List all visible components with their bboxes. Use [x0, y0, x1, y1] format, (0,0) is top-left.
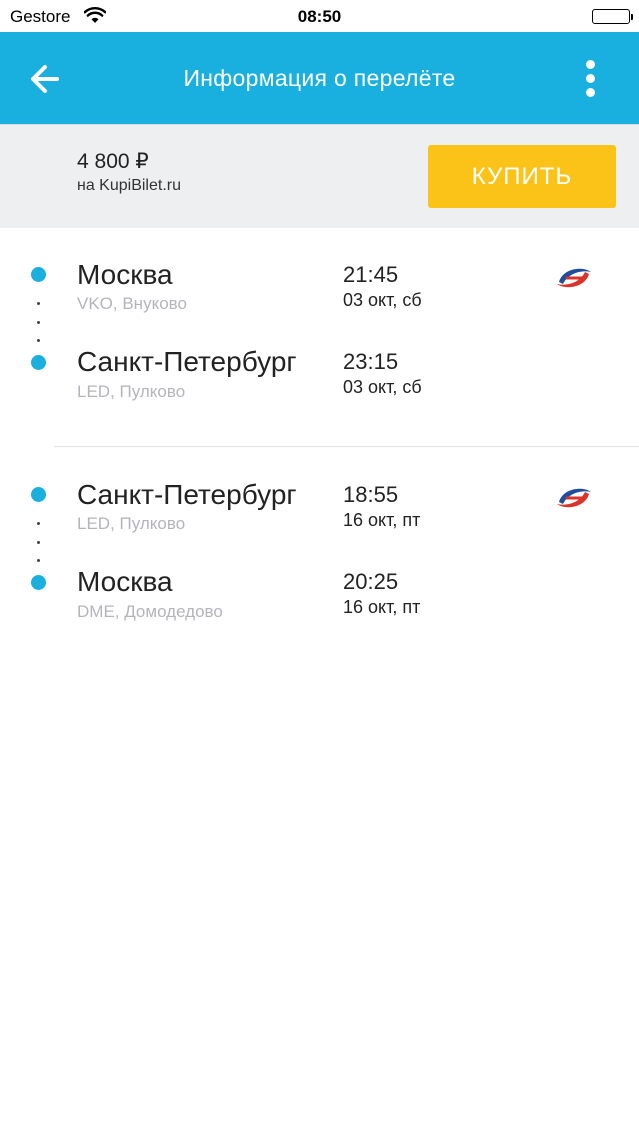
flight-segment: Москва VKO, Внуково 21:45 03 окт, сб Сан… [0, 228, 639, 443]
flight-segment: Санкт-Петербург LED, Пулково 18:55 16 ок… [0, 448, 639, 648]
buy-button[interactable]: КУПИТЬ [428, 145, 616, 208]
clock: 08:50 [297, 7, 342, 26]
price-source: на KupiBilet.ru [77, 177, 181, 194]
status-bar: Gestore 08:50 [0, 0, 639, 32]
departure-dot [31, 487, 46, 502]
segment-divider [54, 446, 639, 447]
arrival-time: 20:25 [343, 569, 399, 594]
departure-time: 21:45 [343, 262, 399, 287]
departure-time: 18:55 [343, 482, 399, 507]
departure-city: Москва [77, 259, 173, 290]
arrival-dot [31, 355, 46, 370]
arrival-time: 23:15 [343, 349, 399, 374]
departure-dot [31, 267, 46, 282]
airline-logo-icon [553, 262, 595, 294]
page-title: Информация о перелёте [183, 65, 456, 91]
arrival-city: Санкт-Петербург [77, 346, 297, 377]
more-menu-button[interactable] [574, 56, 608, 102]
arrival-date: 16 окт, пт [343, 597, 421, 617]
more-vertical-icon [586, 60, 595, 69]
departure-date: 16 окт, пт [343, 510, 421, 530]
battery-icon [592, 9, 633, 24]
airline-logo-icon [553, 482, 595, 514]
offer-bar: 4 800 ₽ на KupiBilet.ru КУПИТЬ [0, 124, 639, 228]
arrival-date: 03 окт, сб [343, 377, 422, 397]
app-bar: Информация о перелёте [0, 32, 639, 124]
arrival-airport: DME, Домодедово [77, 602, 223, 621]
arrival-city: Москва [77, 566, 173, 597]
departure-city: Санкт-Петербург [77, 479, 297, 510]
price-label: 4 800 ₽ [77, 150, 149, 173]
departure-date: 03 окт, сб [343, 290, 422, 310]
departure-airport: LED, Пулково [77, 514, 186, 533]
departure-airport: VKO, Внуково [77, 294, 187, 313]
arrival-airport: LED, Пулково [77, 382, 186, 401]
arrival-dot [31, 575, 46, 590]
